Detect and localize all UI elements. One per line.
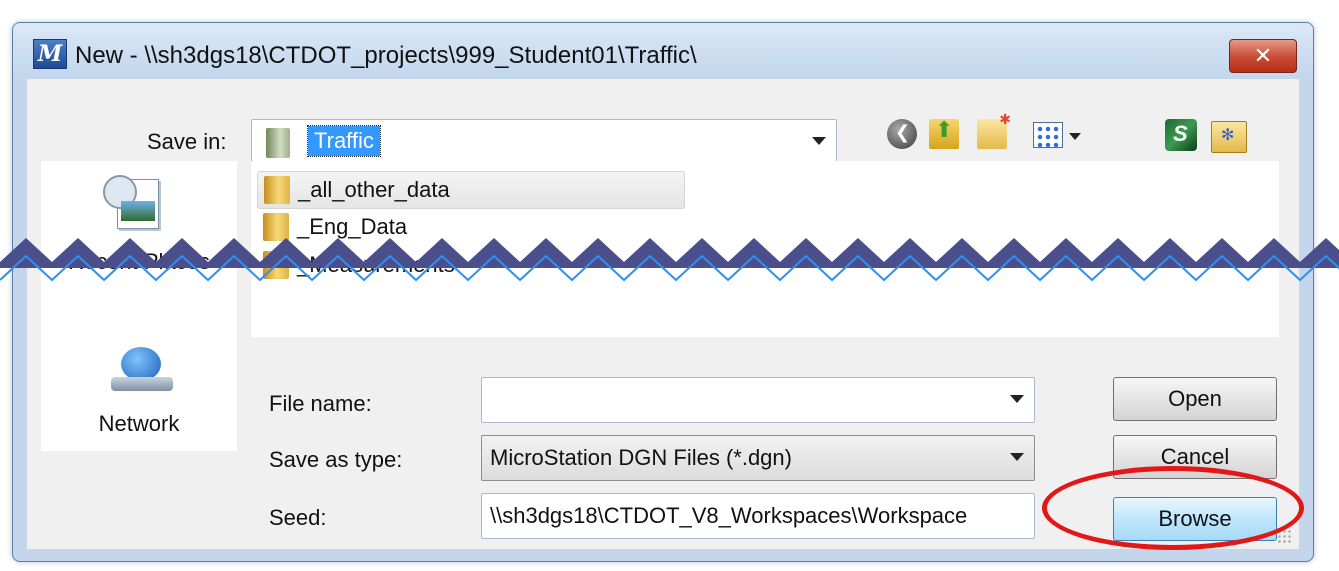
folder-icon <box>266 128 290 158</box>
save-in-label: Save in: <box>147 129 227 154</box>
new-folder-icon[interactable] <box>977 111 1011 149</box>
project-explorer-icon[interactable] <box>1165 119 1197 151</box>
save-as-type-label: Save as type: <box>269 447 403 472</box>
places-item-network[interactable]: Network <box>41 411 237 437</box>
view-menu-chevron-icon[interactable] <box>1069 133 1081 140</box>
chevron-down-icon[interactable] <box>1010 395 1024 403</box>
network-icon[interactable] <box>111 347 175 395</box>
view-menu-icon[interactable] <box>1033 122 1063 148</box>
recent-places-icon[interactable] <box>99 175 163 233</box>
open-button[interactable]: Open <box>1113 377 1277 421</box>
back-icon[interactable] <box>887 119 917 149</box>
window-title: New - \\sh3dgs18\CTDOT_projects\999_Stud… <box>75 42 697 69</box>
chevron-down-icon[interactable] <box>812 137 826 145</box>
list-item-label: _all_other_data <box>298 177 450 202</box>
save-as-type-value: MicroStation DGN Files (*.dgn) <box>490 445 792 470</box>
file-name-field[interactable] <box>481 377 1035 423</box>
save-in-value: Traffic <box>307 125 381 157</box>
list-item[interactable]: _all_other_data <box>257 171 685 209</box>
highlight-ring <box>1042 466 1304 550</box>
title-bar[interactable]: M New - \\sh3dgs18\CTDOT_projects\999_St… <box>13 23 1313 75</box>
list-item-label: _Eng_Data <box>297 214 408 239</box>
file-name-label: File name: <box>269 391 372 416</box>
seed-label: Seed: <box>269 505 327 530</box>
up-one-level-icon[interactable] <box>929 117 959 149</box>
seed-value: \\sh3dgs18\CTDOT_V8_Workspaces\Workspace <box>490 503 968 528</box>
microstation-app-icon: M <box>33 39 67 69</box>
chevron-down-icon[interactable] <box>1010 453 1024 461</box>
folder-icon <box>263 213 289 241</box>
folder-icon <box>264 176 290 204</box>
save-as-type-select[interactable]: MicroStation DGN Files (*.dgn) <box>481 435 1035 481</box>
close-button[interactable]: ✕ <box>1229 39 1297 73</box>
screenshot-break-zigzag <box>0 238 1339 282</box>
save-in-combo[interactable]: Traffic <box>251 119 837 165</box>
places-bar: Recent Places Network <box>41 161 237 451</box>
seed-field[interactable]: \\sh3dgs18\CTDOT_V8_Workspaces\Workspace <box>481 493 1035 539</box>
configuration-folder-icon[interactable] <box>1211 121 1247 153</box>
